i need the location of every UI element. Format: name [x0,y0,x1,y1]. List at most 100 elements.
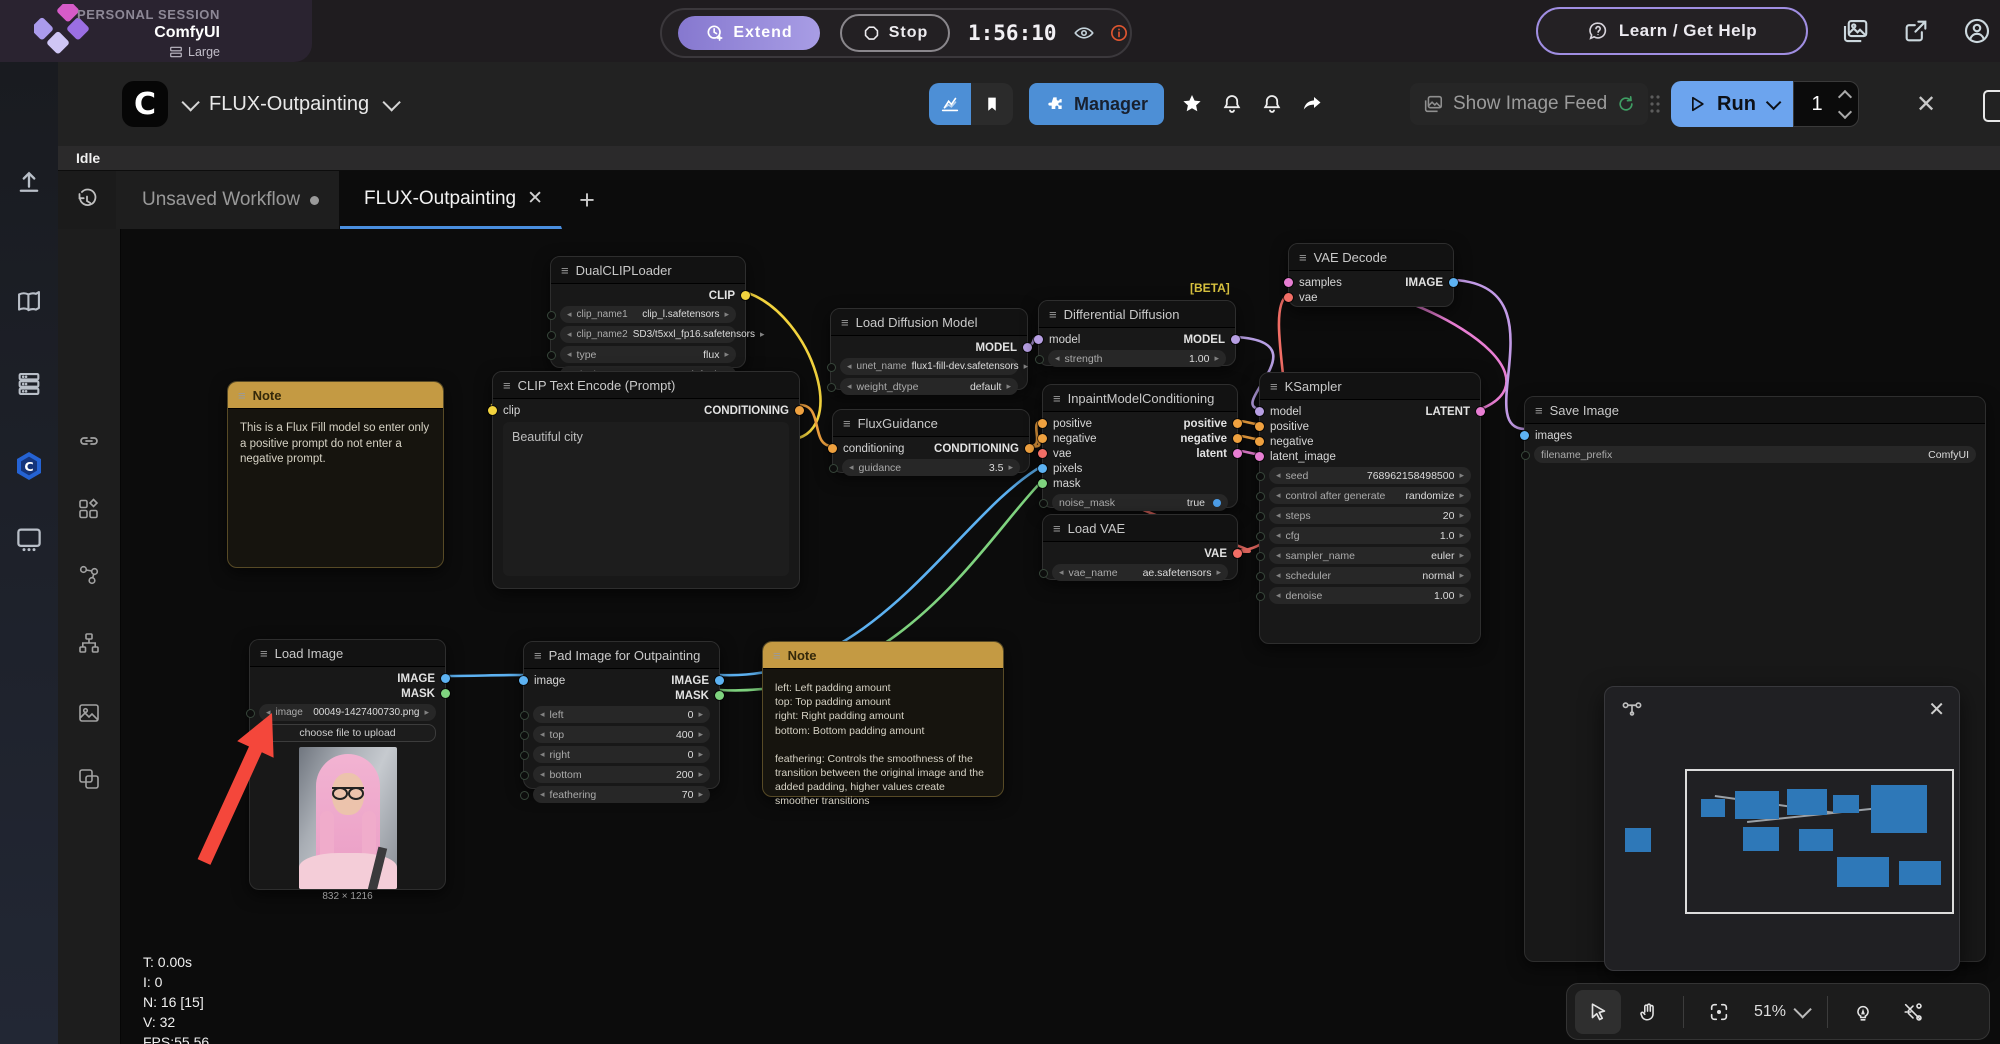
outputs-gallery-icon[interactable] [58,701,120,725]
toggle-lightbulb-button[interactable] [1840,990,1886,1034]
widget-noise-mask[interactable]: noise_masktrue [1052,494,1228,511]
vae-input-port[interactable] [1284,293,1293,302]
clear-queue-button[interactable]: ✕ [1916,90,1936,119]
node-menu-icon[interactable]: ≡ [238,388,246,403]
account-icon[interactable] [1962,16,1992,46]
model-input-port[interactable] [1034,335,1043,344]
extend-session-button[interactable]: Extend [678,16,820,50]
widget-scheduler[interactable]: ◂schedulernormal▸ [1269,567,1471,584]
workflow-name-label[interactable]: FLUX-Outpainting [209,93,369,116]
image-input-port[interactable] [519,676,528,685]
node-menu-icon[interactable]: ≡ [1053,391,1061,406]
minimap-graph-icon[interactable] [1621,699,1643,717]
node-menu-icon[interactable]: ≡ [1270,379,1278,394]
comfyui-logo[interactable]: C [122,81,168,127]
latent-output-port[interactable] [1233,449,1242,458]
samples-input-port[interactable] [1284,278,1293,287]
close-tab-icon[interactable]: ✕ [527,187,543,210]
manager-button[interactable]: Manager [1029,83,1164,125]
node-load-vae[interactable]: ≡Load VAE VAE ◂vae_nameae.safetensors▸ [1042,514,1238,580]
upload-icon[interactable] [0,168,58,196]
images-input-port[interactable] [1520,431,1529,440]
vae-input-port[interactable] [1038,449,1047,458]
decrement-icon[interactable] [1838,104,1852,118]
widget-feathering[interactable]: ◂feathering70▸ [533,786,710,803]
minimap-panel[interactable]: ✕ [1604,686,1960,971]
node-title-bar[interactable]: ≡Differential Diffusion [1039,301,1235,328]
widget-weight-dtype[interactable]: ◂weight_dtypedefault▸ [840,378,1018,395]
update-bell-icon-2[interactable] [1260,92,1284,116]
widget-steps[interactable]: ◂steps20▸ [1269,507,1471,524]
node-ksampler[interactable]: ≡KSampler model LATENT positive negative… [1259,372,1481,644]
widget-control-after-generate[interactable]: ◂control after generaterandomize▸ [1269,487,1471,504]
select-tool-button[interactable] [1575,990,1621,1034]
node-fluxguidance[interactable]: ≡FluxGuidance conditioning CONDITIONING … [832,409,1030,473]
drag-handle-icon[interactable] [1648,92,1662,116]
node-title-bar[interactable]: ≡CLIP Text Encode (Prompt) [493,372,799,399]
node-title-bar[interactable]: ≡Note [228,382,443,409]
timer-visibility-icon[interactable] [1073,22,1095,44]
conditioning-output-port[interactable] [795,406,804,415]
workflow-history-button[interactable] [58,171,116,229]
node-title-bar[interactable]: ≡KSampler [1260,373,1480,400]
clip-input-port[interactable] [488,406,497,415]
clipped-edge-button[interactable] [1983,90,2000,122]
stop-session-button[interactable]: Stop [840,14,950,52]
server-stack-icon[interactable] [0,370,58,398]
latent-output-port[interactable] [1476,407,1485,416]
node-title-bar[interactable]: ≡Load Image [250,640,445,667]
node-title-bar[interactable]: ≡InpaintModelConditioning [1043,385,1237,412]
chevron-down-icon[interactable] [181,93,199,111]
node-title-bar[interactable]: ≡VAE Decode [1289,244,1453,271]
mask-input-port[interactable] [1038,479,1047,488]
link-icon[interactable] [58,429,120,453]
toggle-links-button[interactable] [1890,990,1936,1034]
widget-clip-name2[interactable]: ◂clip_name2SD3/t5xxl_fp16.safetensors▸ [560,326,736,343]
node-pad-image-for-outpainting[interactable]: ≡Pad Image for Outpainting image IMAGE M… [523,641,720,789]
widget-cfg[interactable]: ◂cfg1.0▸ [1269,527,1471,544]
chevron-down-icon[interactable] [383,93,401,111]
conditioning-output-port[interactable] [1025,444,1034,453]
node-title-bar[interactable]: ≡Load Diffusion Model [831,309,1027,336]
templates-icon[interactable] [58,767,120,791]
conditioning-input-port[interactable] [828,444,837,453]
positive-input-port[interactable] [1255,422,1264,431]
positive-input-port[interactable] [1038,419,1047,428]
widget-right[interactable]: ◂right0▸ [533,746,710,763]
widget-image[interactable]: ◂image00049-1427400730.png▸ [259,704,436,721]
node-note-2[interactable]: ≡Note left: Left padding amount top: Top… [762,641,1004,797]
node-title-bar[interactable]: ≡Note [763,642,1003,669]
widget-strength[interactable]: ◂strength1.00▸ [1048,350,1226,367]
run-button[interactable]: Run [1671,81,1793,127]
widget-top[interactable]: ◂top400▸ [533,726,710,743]
pixels-input-port[interactable] [1038,464,1047,473]
image-output-port[interactable] [1449,278,1458,287]
model-output-port[interactable] [1023,343,1032,352]
node-title-bar[interactable]: ≡FluxGuidance [833,410,1029,437]
share-icon[interactable] [1300,92,1324,116]
node-menu-icon[interactable]: ≡ [773,648,781,663]
node-differential-diffusion[interactable]: ≡Differential Diffusion model MODEL ◂str… [1038,300,1236,366]
widget-clip-name1[interactable]: ◂clip_name1clip_l.safetensors▸ [560,306,736,323]
model-input-port[interactable] [1255,407,1264,416]
latent-image-input-port[interactable] [1255,452,1264,461]
image-gallery-icon[interactable] [1840,16,1870,46]
load-image-preview[interactable] [299,747,397,889]
widget-seed[interactable]: ◂seed768962158498500▸ [1269,467,1471,484]
timer-info-icon[interactable] [1109,23,1129,43]
pan-tool-button[interactable] [1625,990,1671,1034]
widget-denoise[interactable]: ◂denoise1.00▸ [1269,587,1471,604]
toggle-on-dot[interactable] [1213,499,1221,507]
workflows-tree-icon[interactable] [58,631,120,655]
node-title-bar[interactable]: ≡DualCLIPLoader [551,257,745,284]
clip-output-port[interactable] [741,291,750,300]
mask-output-port[interactable] [715,691,724,700]
node-menu-icon[interactable]: ≡ [1049,307,1057,322]
node-title-bar[interactable]: ≡Pad Image for Outpainting [524,642,719,669]
model-library-icon[interactable] [58,563,120,587]
widget-filename-prefix[interactable]: filename_prefixComfyUI [1534,446,1976,463]
widget-unet-name[interactable]: ◂unet_nameflux1-fill-dev.safetensors▸ [840,358,1018,375]
node-menu-icon[interactable]: ≡ [503,378,511,393]
widget-bottom[interactable]: ◂bottom200▸ [533,766,710,783]
node-dualcliploader[interactable]: ≡DualCLIPLoader CLIP ◂clip_name1clip_l.s… [550,256,746,368]
